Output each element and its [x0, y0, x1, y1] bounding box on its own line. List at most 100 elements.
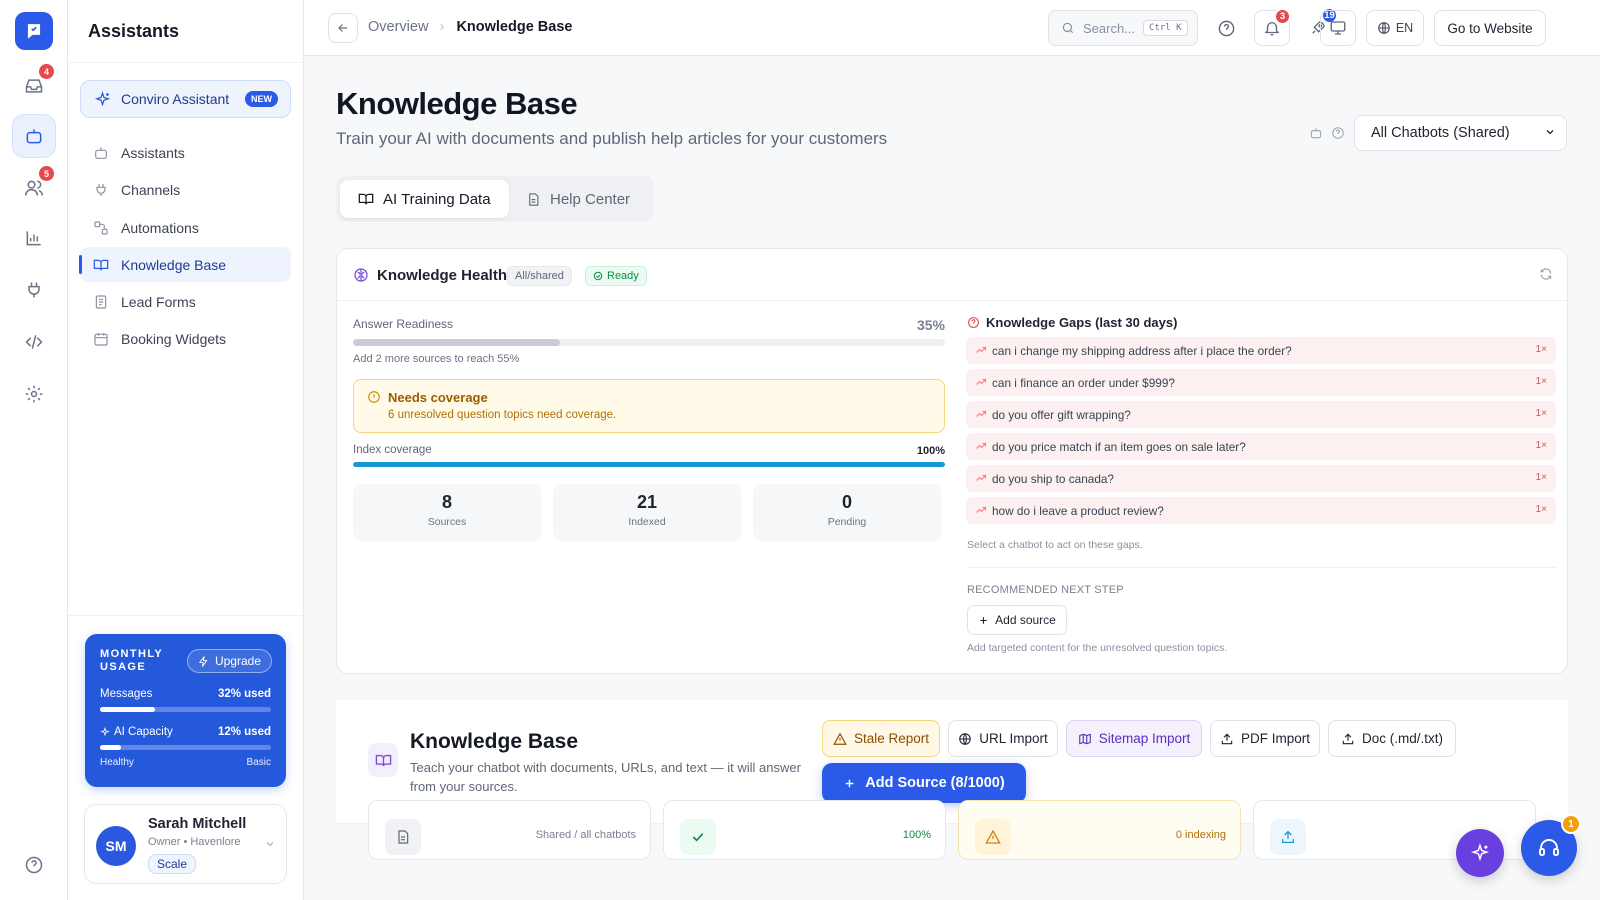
knowledge-gap-row[interactable]: do you ship to canada? 1× — [966, 465, 1556, 492]
status-badge: Ready — [585, 266, 647, 286]
support-chat-fab[interactable]: 1 — [1521, 814, 1581, 876]
refresh-icon[interactable] — [1539, 267, 1553, 286]
alert-circle-icon — [367, 390, 381, 409]
gaps-title-label: Knowledge Gaps (last 30 days) — [986, 315, 1178, 330]
search-input[interactable]: Search... Ctrl K — [1048, 10, 1198, 46]
ai-capacity-label: AI Capacity — [114, 726, 173, 738]
add-source-button[interactable]: Add source — [967, 605, 1067, 635]
plan-badge: Scale — [148, 854, 197, 874]
knowledge-gap-row[interactable]: do you price match if an item goes on sa… — [966, 433, 1556, 460]
knowledge-gap-row[interactable]: can i finance an order under $999? 1× — [966, 369, 1556, 396]
monitor-icon[interactable] — [1320, 10, 1356, 46]
help-icon[interactable] — [1331, 126, 1345, 145]
search-icon — [1061, 21, 1075, 35]
readiness-hint: Add 2 more sources to reach 55% — [353, 353, 520, 365]
page-subtitle: Train your AI with documents and publish… — [336, 129, 888, 148]
trending-up-icon — [975, 472, 987, 487]
answer-readiness-fill — [353, 339, 561, 346]
status-label: Ready — [607, 270, 639, 282]
contacts-icon[interactable]: 5 — [12, 166, 56, 210]
settings-gear-icon[interactable] — [12, 372, 56, 416]
knowledge-gap-row[interactable]: how do i leave a product review? 1× — [966, 497, 1556, 524]
gap-question: how do i leave a product review? — [992, 503, 1164, 518]
upload-icon — [1220, 732, 1234, 746]
sidebar-item-label: Channels — [121, 181, 181, 198]
stat-value: 0 — [841, 492, 852, 512]
warning-triangle-icon — [975, 819, 1011, 855]
button-label: Stale Report — [853, 731, 930, 746]
bell-icon[interactable]: 3 — [1254, 8, 1291, 46]
tab-help-center[interactable]: Help Center — [508, 180, 648, 218]
upgrade-button[interactable]: Upgrade — [186, 649, 272, 673]
tab-ai-training-data[interactable]: AI Training Data — [340, 180, 509, 218]
recommended-label: RECOMMENDED NEXT STEP — [967, 584, 1124, 596]
bot-icon[interactable] — [12, 114, 56, 158]
app-logo-icon[interactable] — [15, 12, 53, 50]
sparkle-icon — [1470, 843, 1490, 863]
icon-rail: 4 5 — [0, 0, 68, 900]
sitemap-import-button[interactable]: Sitemap Import — [1066, 720, 1202, 757]
plug-icon — [92, 181, 110, 199]
divider — [967, 567, 1557, 568]
tab-label: Help Center — [550, 190, 631, 208]
conviro-assistant-button[interactable]: Conviro Assistant NEW — [80, 80, 291, 118]
sidebar-item-assistants[interactable]: Assistants — [80, 135, 291, 170]
user-profile-card[interactable]: SM Sarah Mitchell Owner • Havenlore Scal… — [84, 804, 287, 884]
url-import-button[interactable]: URL Import — [948, 720, 1058, 757]
plus-icon — [843, 777, 856, 790]
index-coverage-fill — [353, 462, 945, 467]
section-subtitle: Teach your chatbot with documents, URLs,… — [410, 760, 801, 794]
gap-count: 1× — [1535, 344, 1547, 355]
language-selector[interactable]: EN — [1366, 10, 1424, 46]
plan-tier: Basic — [246, 757, 271, 768]
sidebar-item-automations[interactable]: Automations — [80, 210, 291, 245]
plus-icon — [978, 615, 989, 626]
card-tag: 100% — [902, 829, 931, 841]
sidebar-item-booking-widgets[interactable]: Booking Widgets — [80, 321, 291, 356]
card-tag: 0 indexing — [1175, 829, 1226, 841]
stat-indexed: 21 Indexed — [553, 484, 741, 541]
sidebar-item-lead-forms[interactable]: Lead Forms — [80, 284, 291, 319]
code-icon[interactable] — [12, 320, 56, 364]
ai-sparkle-fab[interactable] — [1456, 829, 1504, 877]
gap-question: do you ship to canada? — [992, 471, 1114, 486]
chatbot-select[interactable]: All Chatbots (Shared) — [1354, 115, 1567, 151]
monthly-usage-card: MONTHLY USAGE Upgrade Messages 32% used … — [85, 634, 286, 787]
chevron-down-icon[interactable] — [264, 837, 276, 855]
index-coverage-bar — [353, 462, 945, 467]
map-icon — [1078, 732, 1092, 746]
back-arrow-icon[interactable] — [328, 13, 358, 43]
notifications-badge: 3 — [1274, 8, 1291, 25]
upload-icon — [1341, 732, 1355, 746]
help-icon[interactable] — [12, 843, 56, 887]
gap-count: 1× — [1535, 440, 1547, 451]
pdf-import-button[interactable]: PDF Import — [1210, 720, 1320, 757]
plug-icon[interactable] — [12, 268, 56, 312]
bot-icon — [1309, 126, 1323, 145]
sidebar-item-knowledge-base[interactable]: Knowledge Base — [79, 247, 291, 282]
stale-report-button[interactable]: Stale Report — [822, 720, 940, 757]
inbox-badge: 4 — [39, 64, 54, 79]
button-label: Doc (.md/.txt) — [1361, 731, 1443, 746]
add-source-primary-button[interactable]: Add Source (8/1000) — [822, 763, 1026, 803]
headset-icon — [1537, 836, 1561, 860]
brain-icon — [353, 267, 369, 288]
sidebar-item-channels[interactable]: Channels — [80, 172, 291, 207]
knowledge-gap-row[interactable]: can i change my shipping address after i… — [966, 337, 1556, 364]
card-header: Knowledge Health All/shared Ready — [337, 249, 1567, 301]
scope-badge: All/shared — [507, 266, 572, 286]
knowledge-gap-row[interactable]: do you offer gift wrapping? 1× — [966, 401, 1556, 428]
button-label: Sitemap Import — [1098, 731, 1191, 746]
analytics-icon[interactable] — [12, 216, 56, 260]
gap-count: 1× — [1535, 504, 1547, 515]
button-label: PDF Import — [1240, 731, 1310, 746]
go-to-website-button[interactable]: Go to Website — [1434, 10, 1546, 46]
ai-capacity-progress-fill — [100, 745, 121, 750]
divider — [68, 615, 304, 616]
breadcrumb-overview[interactable]: Overview — [368, 19, 428, 35]
book-open-icon — [368, 743, 398, 777]
help-icon[interactable] — [1208, 10, 1244, 46]
doc-import-button[interactable]: Doc (.md/.txt) — [1328, 720, 1456, 757]
user-name: Sarah Mitchell — [148, 816, 247, 832]
inbox-icon[interactable]: 4 — [12, 64, 56, 108]
